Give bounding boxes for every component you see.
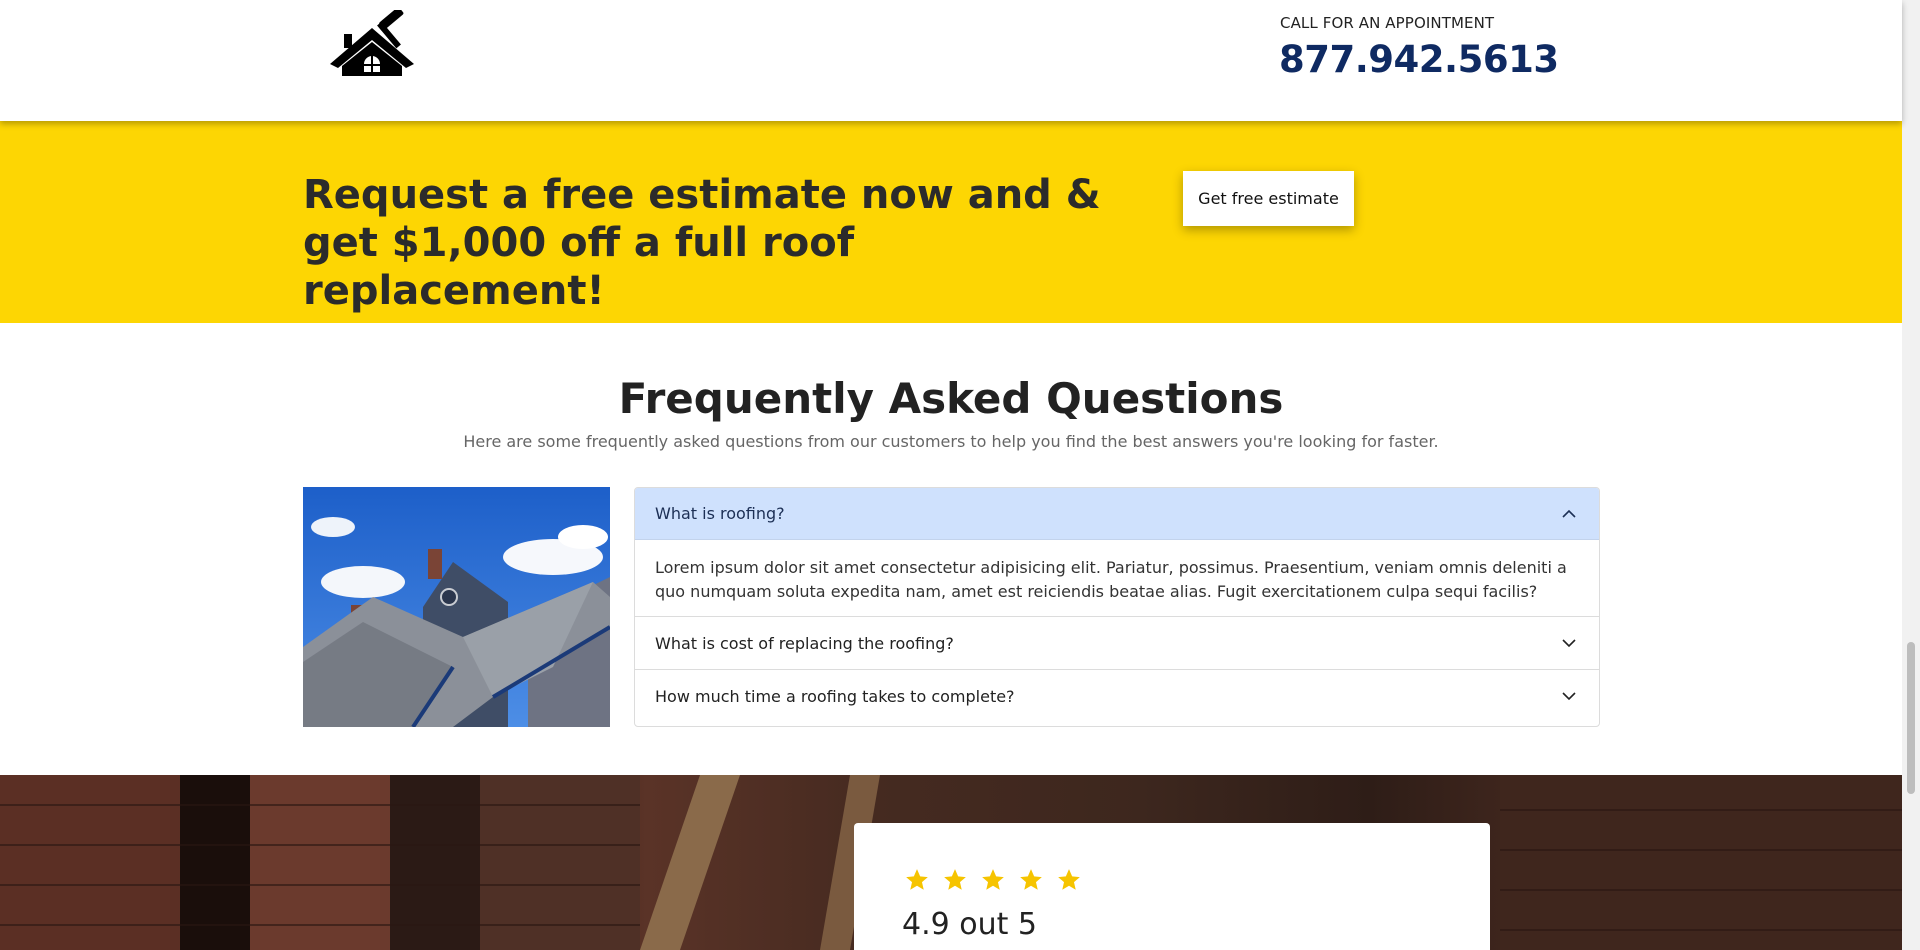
promo-title: Request a free estimate now and & get $1… [303, 172, 1101, 314]
faq-question-cost-of-replacing[interactable]: What is cost of replacing the roofing? [635, 617, 1599, 669]
phone-number-link[interactable]: 877.942.5613 [1279, 38, 1559, 81]
star-icon [1058, 869, 1080, 890]
faq-accordion: What is roofing? Lorem ipsum dolor sit a… [634, 487, 1600, 727]
faq-title: Frequently Asked Questions [618, 374, 1284, 423]
faq-item: What is roofing? Lorem ipsum dolor sit a… [635, 488, 1599, 617]
page-scrollbar[interactable] [1902, 0, 1920, 950]
chevron-down-icon [1562, 692, 1576, 701]
scrollbar-thumb[interactable] [1907, 642, 1915, 794]
faq-answer-text: Lorem ipsum dolor sit amet consectetur a… [655, 558, 1567, 601]
roof-photo [303, 487, 610, 727]
promo-banner: Request a free estimate now and & get $1… [0, 121, 1902, 323]
faq-question-text: What is cost of replacing the roofing? [655, 633, 954, 653]
faq-subtitle: Here are some frequently asked questions… [463, 432, 1439, 451]
faq-question-time-to-complete[interactable]: How much time a roofing takes to complet… [635, 670, 1599, 722]
faq-question-what-is-roofing[interactable]: What is roofing? [635, 488, 1599, 540]
star-rating [904, 867, 1082, 893]
rating-text: 4.9 out 5 [902, 907, 1037, 942]
get-free-estimate-button[interactable]: Get free estimate [1183, 171, 1354, 226]
star-icon [906, 869, 928, 890]
faq-question-text: How much time a roofing takes to complet… [655, 686, 1015, 706]
chevron-down-icon [1562, 639, 1576, 648]
star-icon [1020, 869, 1042, 890]
house-hammer-icon[interactable] [326, 7, 422, 78]
chevron-up-icon [1562, 509, 1576, 518]
faq-item: What is cost of replacing the roofing? [635, 617, 1599, 670]
site-header: CALL FOR AN APPOINTMENT 877.942.5613 [0, 0, 1902, 121]
star-icon [982, 869, 1004, 890]
faq-item: How much time a roofing takes to complet… [635, 670, 1599, 722]
call-label: CALL FOR AN APPOINTMENT [1280, 14, 1495, 32]
star-icon [944, 869, 966, 890]
faq-question-text: What is roofing? [655, 504, 785, 523]
review-card: 4.9 out 5 [854, 823, 1490, 950]
reviews-section: 4.9 out 5 [0, 775, 1902, 950]
